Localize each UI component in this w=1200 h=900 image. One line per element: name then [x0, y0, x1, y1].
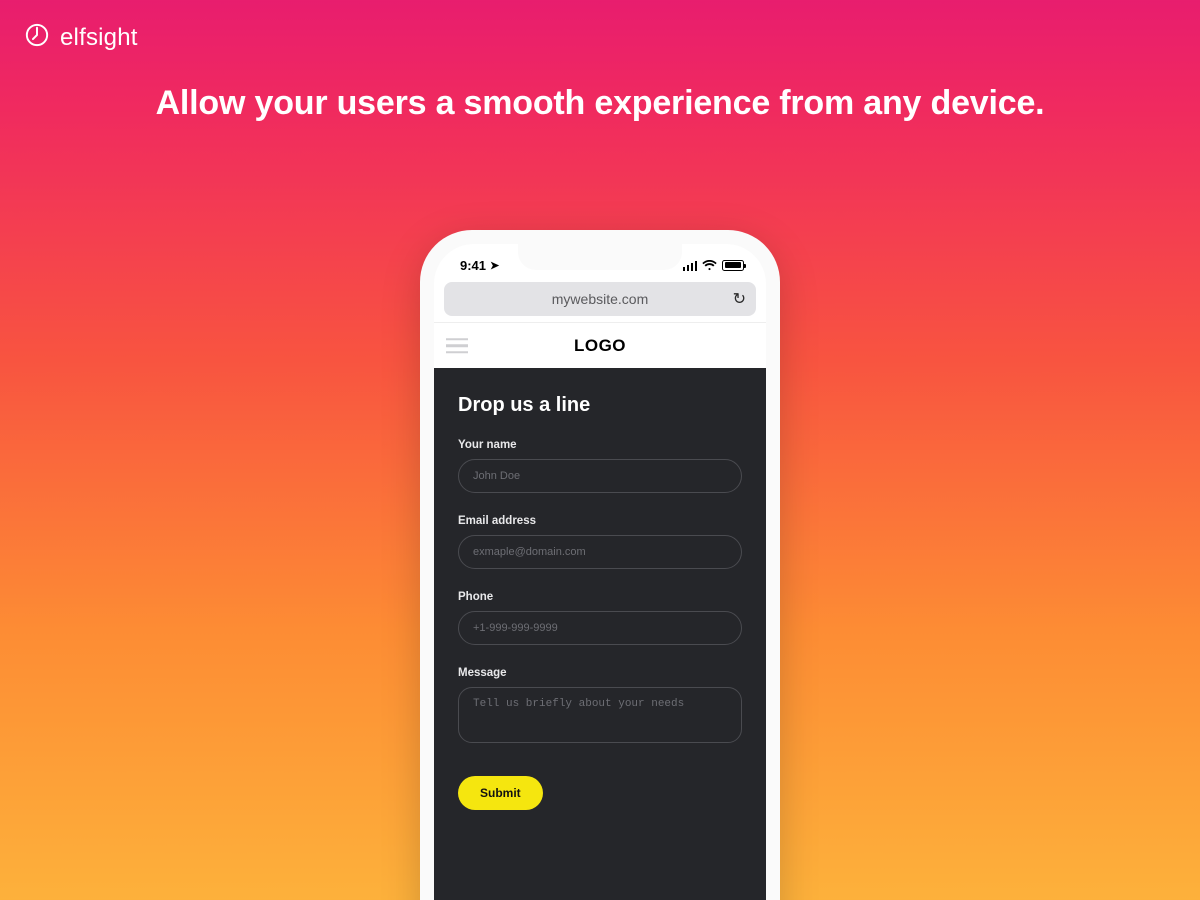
url-text: mywebsite.com [552, 291, 648, 307]
email-label: Email address [458, 515, 742, 527]
status-time: 9:41 [460, 258, 486, 273]
field-message: Message [458, 667, 742, 748]
form-title: Drop us a line [458, 394, 742, 417]
field-email: Email address [458, 515, 742, 569]
field-name: Your name [458, 439, 742, 493]
field-phone: Phone [458, 591, 742, 645]
signal-icon [683, 260, 698, 271]
name-label: Your name [458, 439, 742, 451]
refresh-icon[interactable]: ↻ [733, 289, 746, 309]
wifi-icon [702, 260, 717, 271]
phone-input[interactable] [458, 611, 742, 645]
phone-notch [518, 244, 682, 270]
brand-logo-icon [24, 22, 50, 53]
contact-form-section: Drop us a line Your name Email address P… [434, 368, 766, 900]
site-header: LOGO [434, 322, 766, 368]
location-icon: ➤ [490, 259, 499, 272]
message-label: Message [458, 667, 742, 679]
submit-button[interactable]: Submit [458, 776, 543, 810]
hamburger-menu-icon[interactable] [446, 338, 468, 354]
brand: elfsight [24, 22, 138, 53]
phone-screen: 9:41 ➤ mywebsite.com ↻ LOGO Drop us a li… [434, 244, 766, 900]
name-input[interactable] [458, 459, 742, 493]
site-logo: LOGO [434, 336, 766, 356]
message-input[interactable] [458, 687, 742, 743]
battery-icon [722, 260, 744, 271]
email-input[interactable] [458, 535, 742, 569]
page-headline: Allow your users a smooth experience fro… [0, 84, 1200, 123]
browser-url-bar[interactable]: mywebsite.com ↻ [444, 282, 756, 316]
phone-frame: 9:41 ➤ mywebsite.com ↻ LOGO Drop us a li… [420, 230, 780, 900]
brand-name: elfsight [60, 24, 138, 52]
phone-label: Phone [458, 591, 742, 603]
